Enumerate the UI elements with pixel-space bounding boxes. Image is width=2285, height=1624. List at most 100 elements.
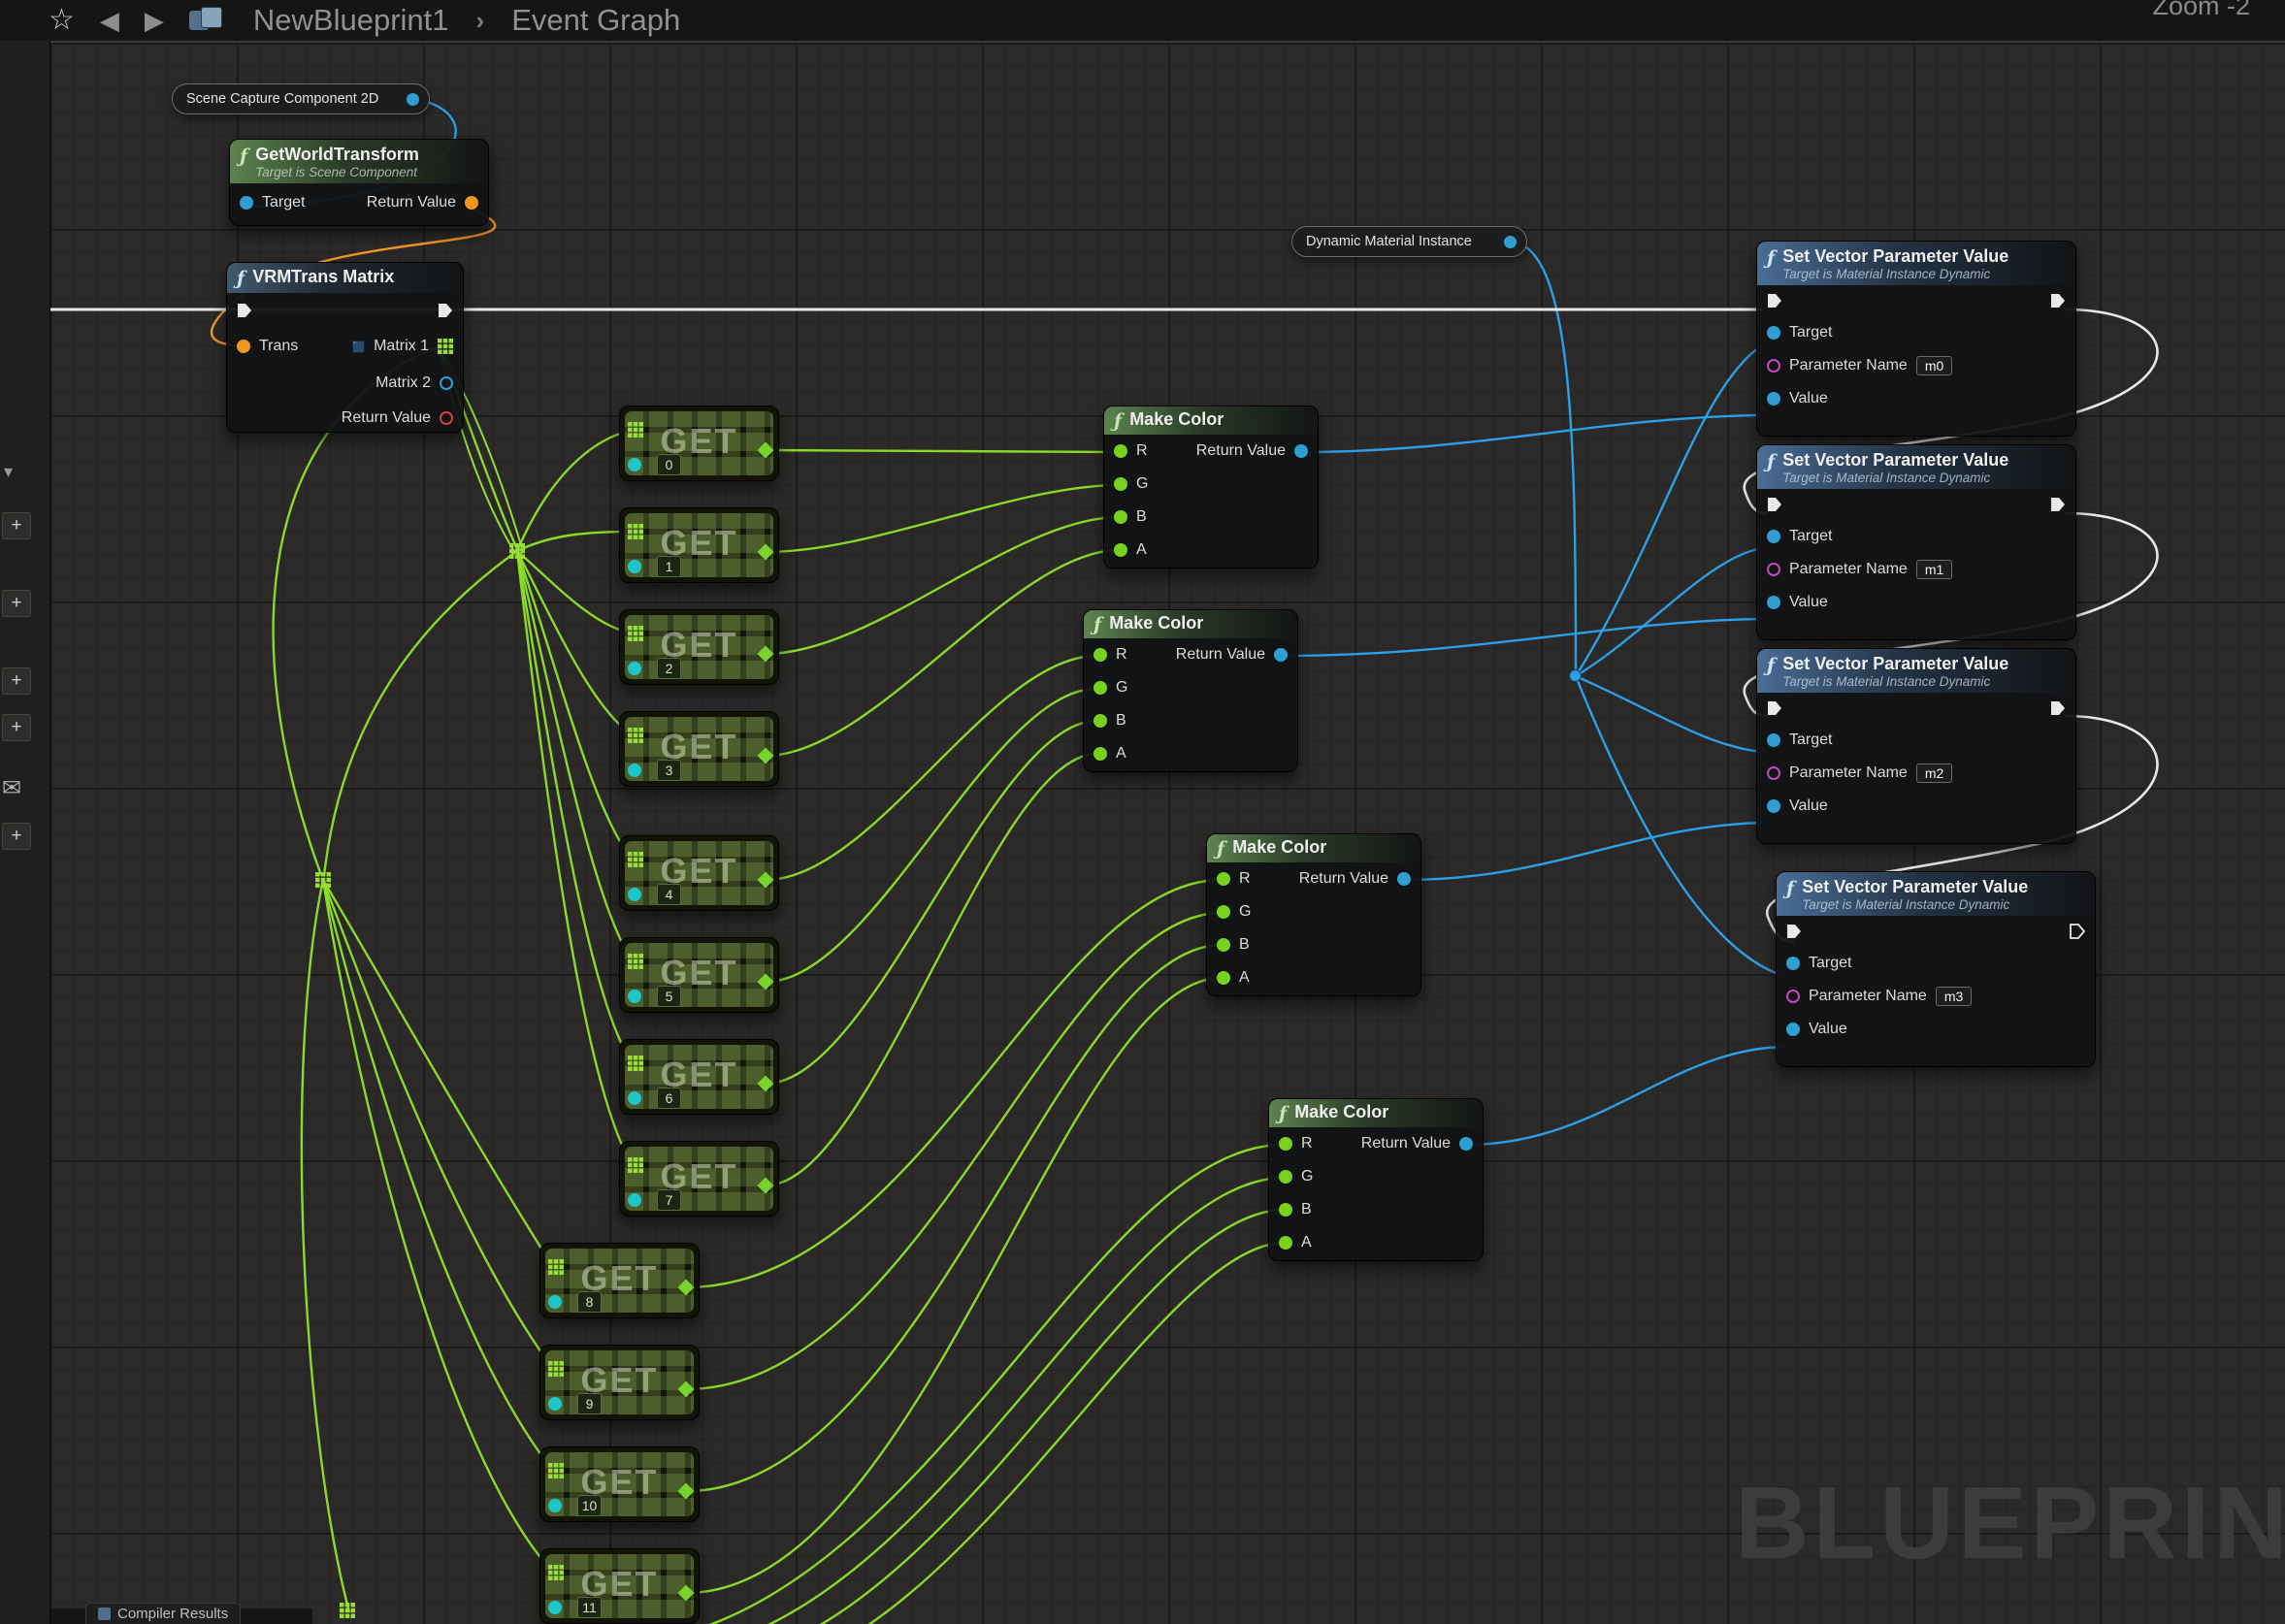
target-pin[interactable] [1767,530,1780,543]
g-pin[interactable] [1114,477,1127,491]
add-button[interactable]: + [2,667,31,695]
exec-out-pin[interactable] [438,303,453,318]
r-pin[interactable] [1217,872,1230,886]
array-in-pin[interactable] [628,524,643,539]
get-world-transform-node[interactable]: ƒ GetWorldTransform Target is Scene Comp… [229,139,489,226]
make-color-node[interactable]: ƒ Make Color RReturn Value G B A [1268,1098,1484,1261]
breadcrumb-graph[interactable]: Event Graph [511,3,680,38]
return-value-pin[interactable] [1397,872,1411,886]
array-in-pin[interactable] [628,954,643,969]
get-index-field[interactable]: 8 [577,1291,602,1313]
value-pin[interactable] [1767,596,1780,609]
set-vector-parameter-node[interactable]: ƒ Set Vector Parameter Value Target is M… [1756,648,2076,844]
scene-capture-pill-node[interactable]: Scene Capture Component 2D [172,83,430,114]
get-index-field[interactable]: 10 [577,1495,602,1516]
forward-arrow-icon[interactable]: ▶ [145,6,164,36]
parameter-name-pin[interactable] [1767,359,1780,373]
return-value-pin[interactable] [440,411,453,425]
return-value-pin[interactable] [465,196,478,210]
get-node[interactable]: GET 5 [619,937,779,1013]
get-index-field[interactable]: 4 [657,884,681,905]
make-color-node[interactable]: ƒ Make Color RReturn Value G B A [1206,833,1421,996]
parameter-name-pin[interactable] [1767,563,1780,576]
exec-out-pin[interactable] [2050,700,2066,716]
breadcrumb-blueprint[interactable]: NewBlueprint1 [253,3,449,38]
return-value-pin[interactable] [1274,648,1288,662]
exec-in-pin[interactable] [1767,497,1782,512]
array-in-pin[interactable] [628,728,643,743]
get-node[interactable]: GET 8 [539,1243,700,1318]
get-node[interactable]: GET 9 [539,1345,700,1420]
array-in-pin[interactable] [548,1463,564,1478]
add-button[interactable]: + [2,590,31,617]
g-pin[interactable] [1094,681,1107,695]
reroute-node[interactable] [340,1603,355,1618]
add-button[interactable]: + [2,823,31,850]
exec-out-pin[interactable] [2050,293,2066,309]
r-pin[interactable] [1114,444,1127,458]
parameter-name-field[interactable]: m2 [1916,763,1952,783]
get-index-field[interactable]: 11 [577,1597,602,1618]
value-pin[interactable] [1767,799,1780,813]
r-pin[interactable] [1094,648,1107,662]
make-color-node[interactable]: ƒ Make Color RReturn Value G B A [1103,406,1319,568]
array-in-pin[interactable] [548,1565,564,1580]
back-arrow-icon[interactable]: ◀ [100,6,119,36]
index-pin[interactable] [628,763,641,777]
get-node[interactable]: GET 1 [619,507,779,583]
compiler-results-tab[interactable]: Compiler Results [85,1603,241,1624]
matrix2-pin[interactable] [440,376,453,390]
array-in-pin[interactable] [628,626,643,641]
parameter-name-pin[interactable] [1786,990,1800,1003]
value-pin[interactable] [1786,1023,1800,1036]
set-vector-parameter-node[interactable]: ƒ Set Vector Parameter Value Target is M… [1756,241,2076,437]
parameter-name-field[interactable]: m1 [1916,560,1952,579]
index-pin[interactable] [548,1295,562,1309]
index-pin[interactable] [628,1091,641,1105]
exec-out-pin[interactable] [2070,924,2085,939]
add-button[interactable]: + [2,714,31,741]
return-value-pin[interactable] [1459,1137,1473,1151]
get-node[interactable]: GET 11 [539,1548,700,1624]
get-index-field[interactable]: 6 [657,1088,681,1109]
index-pin[interactable] [628,990,641,1003]
array-in-pin[interactable] [628,852,643,867]
index-pin[interactable] [548,1601,562,1614]
get-node[interactable]: GET 3 [619,711,779,787]
get-node[interactable]: GET 10 [539,1446,700,1522]
get-node[interactable]: GET 7 [619,1141,779,1217]
array-in-pin[interactable] [548,1259,564,1275]
object-out-pin[interactable] [1504,236,1517,248]
b-pin[interactable] [1217,938,1230,952]
array-in-pin[interactable] [548,1361,564,1377]
get-index-field[interactable]: 9 [577,1393,602,1414]
get-index-field[interactable]: 1 [657,556,681,577]
index-pin[interactable] [628,662,641,675]
exec-in-pin[interactable] [237,303,252,318]
set-vector-parameter-node[interactable]: ƒ Set Vector Parameter Value Target is M… [1756,444,2076,640]
parameter-name-pin[interactable] [1767,766,1780,780]
get-index-field[interactable]: 5 [657,986,681,1007]
trans-pin[interactable] [237,340,250,353]
favorite-star-icon[interactable]: ☆ [49,6,75,35]
exec-out-pin[interactable] [2050,497,2066,512]
a-pin[interactable] [1114,543,1127,557]
add-button[interactable]: + [2,512,31,539]
get-node[interactable]: GET 0 [619,406,779,481]
reroute-node[interactable] [315,872,331,888]
g-pin[interactable] [1217,905,1230,919]
object-out-pin[interactable] [407,93,419,106]
vrmtrans-matrix-node[interactable]: ƒ VRMTrans Matrix Trans Matrix 1 Matrix … [226,262,464,433]
target-pin[interactable] [240,196,253,210]
array-in-pin[interactable] [628,1056,643,1071]
b-pin[interactable] [1094,714,1107,728]
parameter-name-field[interactable]: m3 [1936,987,1972,1006]
exec-in-pin[interactable] [1767,700,1782,716]
a-pin[interactable] [1217,971,1230,985]
exec-in-pin[interactable] [1767,293,1782,309]
make-color-node[interactable]: ƒ Make Color RReturn Value G B A [1083,609,1298,772]
collapse-caret-icon[interactable]: ▾ [4,462,13,482]
dynamic-material-pill-node[interactable]: Dynamic Material Instance [1291,226,1527,257]
a-pin[interactable] [1279,1236,1292,1250]
r-pin[interactable] [1279,1137,1292,1151]
